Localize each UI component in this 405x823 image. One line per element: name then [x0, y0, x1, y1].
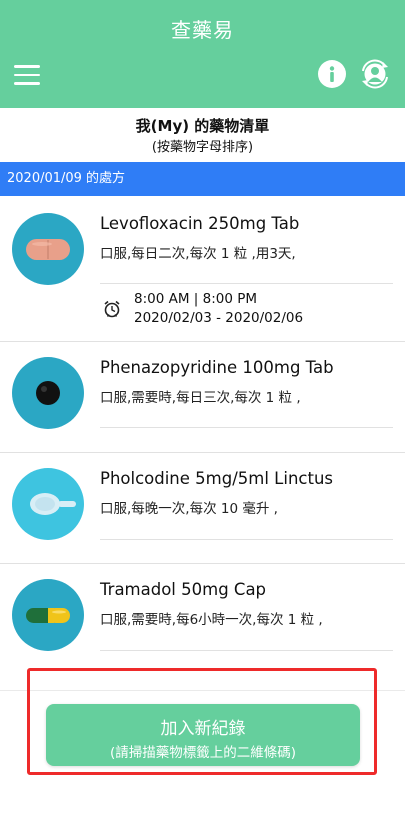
info-icon[interactable]: [318, 60, 346, 88]
medication-image: [12, 357, 84, 429]
add-record-sublabel: (請掃描藥物標籤上的二維條碼): [109, 745, 297, 761]
divider: [100, 539, 393, 540]
prescription-date-header: 2020/01/09 的處方: [0, 162, 405, 196]
medication-image: [12, 468, 84, 540]
medication-item[interactable]: Levofloxacin 250mg Tab 口服,每日二次,每次 1 粒 ,用…: [0, 197, 405, 341]
hamburger-icon[interactable]: [14, 65, 40, 85]
medication-instructions: 口服,每晚一次,每次 10 毫升 ,: [100, 501, 278, 517]
medication-instructions: 口服,每日二次,每次 1 粒 ,用3天,: [100, 246, 296, 262]
medication-image: [12, 579, 84, 651]
medication-name: Phenazopyridine 100mg Tab: [100, 358, 334, 377]
app-title: 查藥易: [171, 18, 234, 42]
list-subtitle: (按藥物字母排序): [151, 140, 254, 155]
medication-instructions: 口服,需要時,每日三次,每次 1 粒 ,: [100, 390, 301, 406]
add-record-button[interactable]: 加入新紀錄 (請掃描藥物標籤上的二維條碼): [46, 704, 360, 766]
divider: [100, 283, 393, 284]
alarm-clock-icon: [103, 300, 121, 318]
add-record-label: 加入新紀錄: [160, 719, 246, 739]
user-switch-icon[interactable]: [358, 57, 392, 91]
medication-name: Pholcodine 5mg/5ml Linctus: [100, 469, 333, 488]
medication-item[interactable]: Pholcodine 5mg/5ml Linctus 口服,每晚一次,每次 10…: [0, 453, 405, 563]
reminder-times: 8:00 AM | 8:00 PM: [134, 291, 258, 307]
divider: [100, 427, 393, 428]
medication-name: Tramadol 50mg Cap: [100, 580, 267, 599]
app-header: 查藥易: [0, 0, 405, 108]
medication-item[interactable]: Phenazopyridine 100mg Tab 口服,需要時,每日三次,每次…: [0, 342, 405, 452]
medication-instructions: 口服,需要時,每6小時一次,每次 1 粒 ,: [100, 612, 323, 628]
medication-image: [12, 213, 84, 285]
divider: [100, 650, 393, 651]
reminder-date-range: 2020/02/03 - 2020/02/06: [134, 310, 304, 326]
medication-item[interactable]: Tramadol 50mg Cap 口服,需要時,每6小時一次,每次 1 粒 ,: [0, 564, 405, 674]
list-title: 我(My) 的藥物清單: [135, 117, 270, 135]
medication-name: Levofloxacin 250mg Tab: [100, 214, 300, 233]
